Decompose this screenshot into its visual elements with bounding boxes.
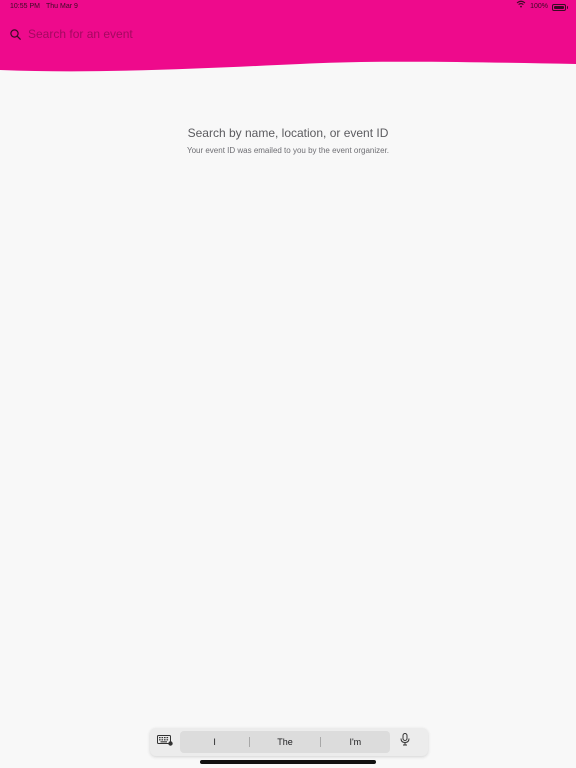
- app-screen: 10:55 PM Thu Mar 9 100% Search for an ev…: [0, 0, 576, 768]
- dictation-button[interactable]: [390, 728, 420, 756]
- search-input[interactable]: [28, 25, 528, 43]
- empty-state-subtitle: Your event ID was emailed to you by the …: [186, 146, 390, 155]
- status-bar: 10:55 PM Thu Mar 9 100%: [0, 0, 576, 14]
- header: 10:55 PM Thu Mar 9 100%: [0, 0, 576, 80]
- suggestion-i[interactable]: I: [180, 731, 249, 753]
- status-time: 10:55 PM: [10, 3, 40, 10]
- battery-percent: 100%: [530, 3, 548, 10]
- search-bar[interactable]: [8, 24, 568, 44]
- predictive-suggestions: I The I'm: [180, 731, 390, 753]
- keyboard-toggle-button[interactable]: [150, 728, 180, 756]
- suggestion-im[interactable]: I'm: [321, 731, 390, 753]
- home-indicator[interactable]: [200, 760, 376, 764]
- wifi-icon: [516, 0, 526, 14]
- status-date: Thu Mar 9: [46, 3, 78, 10]
- microphone-icon: [400, 733, 410, 751]
- keyboard-shortcut-bar: I The I'm: [150, 728, 428, 756]
- status-right: 100%: [516, 0, 568, 14]
- suggestion-the[interactable]: The: [250, 731, 319, 753]
- empty-state-title: Search by name, location, or event ID: [187, 126, 389, 140]
- keyboard-icon: [157, 733, 173, 751]
- battery-icon: [552, 3, 568, 11]
- search-icon: [8, 27, 22, 41]
